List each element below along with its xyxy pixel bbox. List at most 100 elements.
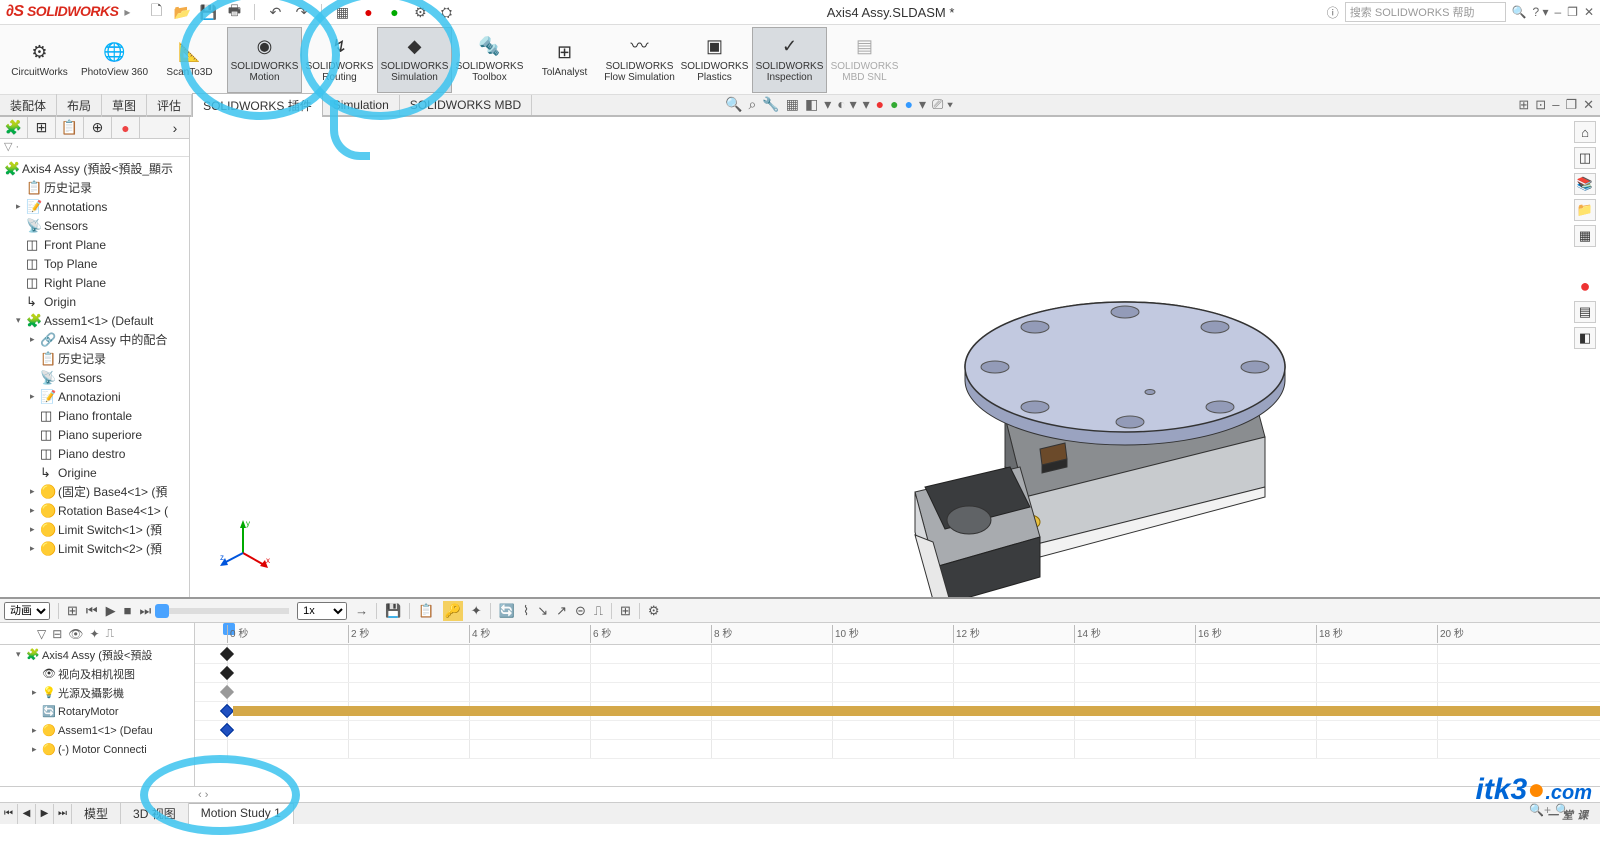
damper-icon[interactable]: ⎍ bbox=[594, 603, 603, 619]
graphics-viewport[interactable]: y x z ⌂ ◫ 📚 📁 ▦ ● ▤ ◧ bbox=[190, 117, 1600, 597]
anim-wizard-icon[interactable]: 📋 bbox=[418, 603, 434, 619]
ribbon-tolanalyst[interactable]: ⊞TolAnalyst bbox=[527, 27, 602, 93]
bottom-tab-0[interactable]: 模型 bbox=[72, 803, 121, 824]
timeline-scrollbar[interactable]: ‹ › bbox=[0, 786, 1600, 802]
rebuild-icon[interactable]: ● bbox=[360, 4, 376, 20]
tree-item[interactable]: ◫Right Plane bbox=[0, 273, 189, 292]
redo-icon[interactable]: ↷ bbox=[293, 4, 309, 20]
search-icon[interactable]: 🔍 bbox=[1512, 5, 1527, 19]
tab-4[interactable]: SOLIDWORKS 插件 bbox=[192, 93, 323, 119]
calculate-icon[interactable]: ⊞ bbox=[67, 603, 78, 619]
custom-props-icon[interactable]: ▤ bbox=[1574, 301, 1596, 323]
collapse-icon[interactable]: ⊟ bbox=[52, 627, 62, 641]
autokey-icon[interactable]: 🔑 bbox=[443, 601, 463, 621]
tree-item[interactable]: ▸🟡Rotation Base4<1> ( bbox=[0, 501, 189, 520]
tab-prev-icon[interactable]: ◀ bbox=[18, 804, 36, 824]
fm-tab-property[interactable]: 📋 bbox=[56, 117, 84, 138]
restore-icon[interactable]: ❐ bbox=[1567, 5, 1578, 19]
fm-tab-display[interactable]: ⊕ bbox=[84, 117, 112, 138]
tree-item[interactable]: ▸🟡Limit Switch<1> (預 bbox=[0, 520, 189, 539]
timeline-tree-item[interactable]: 🔄RotaryMotor bbox=[0, 702, 194, 721]
keyframe[interactable] bbox=[220, 666, 234, 680]
motor-icon[interactable]: 🔄 bbox=[499, 603, 515, 619]
home-icon[interactable]: ⌂ bbox=[1574, 121, 1596, 143]
timeline-tree-item[interactable]: ▾🧩Axis4 Assy (預設<預設 bbox=[0, 645, 194, 664]
motion-type-select[interactable]: 动画 bbox=[4, 602, 50, 620]
hide-show-icon[interactable]: ◐ ▾ bbox=[837, 96, 856, 113]
resources-icon[interactable]: ◫ bbox=[1574, 147, 1596, 169]
tree-item[interactable]: 📋历史记录 bbox=[0, 349, 189, 368]
tab-3[interactable]: 评估 bbox=[147, 94, 192, 117]
open-icon[interactable]: 📂 bbox=[174, 4, 190, 20]
tree-item[interactable]: ▸🟡Limit Switch<2> (預 bbox=[0, 539, 189, 558]
orient-icon[interactable]: 👁 bbox=[68, 627, 83, 641]
tab-0[interactable]: 装配体 bbox=[0, 94, 57, 117]
gear-icon[interactable]: ⛭ bbox=[438, 4, 454, 20]
zoom-area-icon[interactable]: ⌕ bbox=[748, 96, 756, 113]
timeline-row[interactable] bbox=[195, 740, 1600, 759]
ribbon-solidworks-simulation[interactable]: ◆SOLIDWORKS Simulation bbox=[377, 27, 452, 93]
ribbon-solidworks-mbd-snl[interactable]: ▤SOLIDWORKS MBD SNL bbox=[827, 27, 902, 93]
tab-1[interactable]: 布局 bbox=[57, 94, 102, 117]
tree-item[interactable]: ▾🧩Assem1<1> (Default bbox=[0, 311, 189, 330]
addkey-icon[interactable]: ✦ bbox=[471, 603, 482, 619]
tree-item[interactable]: ◫Piano destro bbox=[0, 444, 189, 463]
previous-view-icon[interactable]: 🔧 bbox=[762, 96, 779, 113]
timeline-tree-item[interactable]: ▸💡光源及攝影機 bbox=[0, 683, 194, 702]
section-icon[interactable]: ▦ bbox=[786, 96, 799, 113]
undo-icon[interactable]: ↶ bbox=[267, 4, 283, 20]
x-icon[interactable]: ✕ bbox=[1583, 97, 1594, 113]
tab-5[interactable]: Simulation bbox=[323, 95, 400, 115]
library-icon[interactable]: 📚 bbox=[1574, 173, 1596, 195]
stop-icon[interactable]: ■ bbox=[124, 603, 132, 618]
tab-first-icon[interactable]: ⏮ bbox=[0, 804, 18, 824]
ribbon-solidworks-flow-simulation[interactable]: 〰SOLIDWORKS Flow Simulation bbox=[602, 27, 677, 93]
options-icon[interactable]: ⚙ bbox=[412, 4, 428, 20]
timeline-row[interactable] bbox=[195, 664, 1600, 683]
timeline-ruler[interactable]: 0 秒2 秒4 秒6 秒8 秒10 秒12 秒14 秒16 秒18 秒20 秒 bbox=[195, 623, 1600, 645]
expand-icon[interactable]: ⊞ bbox=[1518, 97, 1529, 113]
save-icon[interactable]: 💾 bbox=[200, 4, 216, 20]
ribbon-photoview-360[interactable]: 🌐PhotoView 360 bbox=[77, 27, 152, 93]
play-icon[interactable]: ▶ bbox=[106, 603, 116, 619]
close-icon[interactable]: ✕ bbox=[1584, 5, 1594, 19]
timeline-row[interactable] bbox=[195, 683, 1600, 702]
ribbon-solidworks-routing[interactable]: ↯SOLIDWORKS Routing bbox=[302, 27, 377, 93]
fm-tab-tree[interactable]: 🧩 bbox=[0, 117, 28, 138]
timeline-tree-item[interactable]: 👁视向及相机视图 bbox=[0, 664, 194, 683]
tree-item[interactable]: ▸📝Annotations bbox=[0, 197, 189, 216]
tree-item[interactable]: ↳Origine bbox=[0, 463, 189, 482]
motion-options-icon[interactable]: ⚙ bbox=[648, 603, 660, 619]
display-style-icon[interactable]: ▾ bbox=[824, 96, 831, 113]
tree-item[interactable]: ◫Front Plane bbox=[0, 235, 189, 254]
results-icon[interactable]: ⊞ bbox=[620, 603, 631, 619]
bottom-tab-2[interactable]: Motion Study 1 bbox=[189, 803, 294, 824]
contact-icon[interactable]: ↘ bbox=[537, 603, 548, 619]
tree-item[interactable]: 📡Sensors bbox=[0, 216, 189, 235]
link-icon[interactable]: ⊡ bbox=[1535, 97, 1546, 113]
ribbon-solidworks-inspection[interactable]: ✓SOLIDWORKS Inspection bbox=[752, 27, 827, 93]
save-anim-icon[interactable]: 💾 bbox=[385, 603, 401, 619]
tab-6[interactable]: SOLIDWORKS MBD bbox=[400, 95, 532, 115]
loop-icon[interactable]: → bbox=[355, 603, 368, 618]
fm-tab-appearance[interactable]: ● bbox=[112, 117, 140, 138]
appearance-pane-icon[interactable]: ● bbox=[1574, 275, 1596, 297]
tree-item[interactable]: ▸🔗Axis4 Assy 中的配合 bbox=[0, 330, 189, 349]
zoom-fit-icon[interactable]: 🔍 bbox=[725, 96, 742, 113]
tree-item[interactable]: ◫Top Plane bbox=[0, 254, 189, 273]
filter-icon[interactable]: ▽ bbox=[37, 627, 46, 641]
traffic-icon[interactable]: ● bbox=[386, 4, 402, 20]
keyframe[interactable] bbox=[220, 685, 234, 699]
tree-item[interactable]: ◫Piano frontale bbox=[0, 406, 189, 425]
keyframe[interactable] bbox=[220, 723, 234, 737]
tab-last-icon[interactable]: ⏭ bbox=[54, 804, 72, 824]
forum-icon[interactable]: ◧ bbox=[1574, 327, 1596, 349]
explorer-icon[interactable]: 📁 bbox=[1574, 199, 1596, 221]
key-icon[interactable]: ✦ bbox=[90, 627, 100, 641]
dash-icon[interactable]: – bbox=[1552, 97, 1559, 113]
minimize-icon[interactable]: – bbox=[1554, 5, 1561, 19]
play-end-icon[interactable]: ⏭ bbox=[139, 603, 151, 619]
keyframe[interactable] bbox=[220, 647, 234, 661]
print-icon[interactable]: 🖶 bbox=[226, 4, 242, 20]
screen-icon[interactable]: ⎚ ▾ bbox=[932, 96, 953, 113]
